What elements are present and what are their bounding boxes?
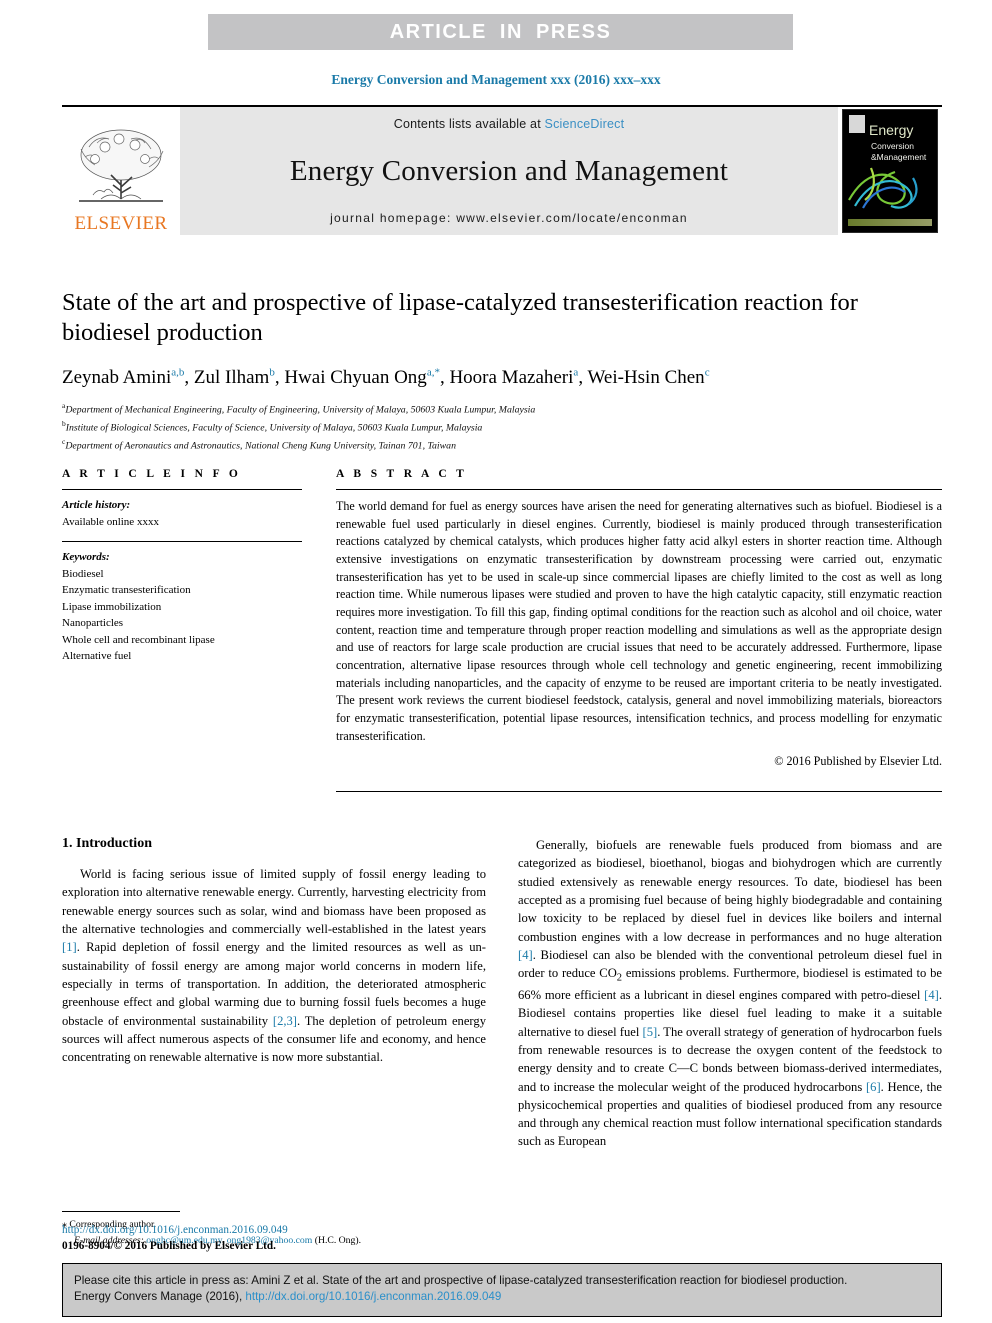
- journal-title: Energy Conversion and Management: [289, 154, 729, 187]
- article-info-heading: A R T I C L E I N F O: [62, 468, 242, 480]
- keyword-item: Whole cell and recombinant lipase: [62, 633, 215, 646]
- affiliation-item: aDepartment of Mechanical Engineering, F…: [62, 400, 942, 418]
- intro-paragraph-left: World is facing serious issue of limited…: [62, 865, 486, 1066]
- author-affiliation-mark: c: [704, 366, 710, 379]
- article-history-block: Article history: Available online xxxx: [62, 490, 302, 541]
- elsevier-wordmark: ELSEVIER: [74, 213, 168, 234]
- author-separator: ,: [274, 367, 285, 389]
- author-entry: Hoora Mazaheria,: [449, 367, 587, 388]
- article-info-column: A R T I C L E I N F O Article history: A…: [62, 468, 302, 792]
- affiliation-text: Institute of Biological Sciences, Facult…: [65, 422, 483, 434]
- cite-box-line2-prefix: Energy Convers Manage (2016),: [74, 1290, 246, 1304]
- keyword-item: Enzymatic transesterification: [62, 584, 191, 596]
- author-entry: Zul Ilhamb,: [194, 367, 284, 388]
- article-history-label: Article history:: [62, 499, 131, 511]
- keyword-item: Lipase immobilization: [62, 600, 162, 613]
- please-cite-box: Please cite this article in press as: Am…: [62, 1263, 942, 1317]
- citation-ref-4a[interactable]: [4]: [518, 948, 533, 962]
- cite-box-line1: Please cite this article in press as: Am…: [74, 1274, 848, 1287]
- article-in-press-label: ARTICLE IN PRESS: [389, 20, 612, 43]
- contents-prefix: Contents lists available at: [393, 117, 545, 131]
- abstract-text: The world demand for fuel as energy sour…: [336, 499, 942, 743]
- affiliation-text: Department of Aeronautics and Astronauti…: [65, 440, 456, 452]
- body-column-left: 1. Introduction World is facing serious …: [62, 836, 486, 1246]
- abstract-rule-bottom: [336, 791, 942, 793]
- masthead-center: Contents lists available at ScienceDirec…: [180, 107, 838, 235]
- author-entry: Hwai Chyuan Onga,*,: [284, 367, 449, 388]
- keyword-item: Alternative fuel: [62, 650, 132, 662]
- elsevier-logo: ELSEVIER: [62, 107, 180, 235]
- affiliation-item: cDepartment of Aeronautics and Astronaut…: [62, 436, 942, 454]
- page-title: State of the art and prospective of lipa…: [62, 289, 858, 347]
- journal-masthead: ELSEVIER Contents lists available at Sci…: [62, 105, 942, 236]
- title-block: State of the art and prospective of lipa…: [62, 288, 942, 454]
- abstract-heading: A B S T R A C T: [336, 468, 468, 480]
- body-column-right: Generally, biofuels are renewable fuels …: [518, 836, 942, 1151]
- keyword-item: Nanoparticles: [62, 617, 124, 629]
- citation-ref-5[interactable]: [5]: [643, 1025, 658, 1039]
- intro-left-text-1: World is facing serious issue of limited…: [62, 867, 486, 936]
- sciencedirect-link[interactable]: ScienceDirect: [545, 117, 625, 131]
- elsevier-tree-icon: [71, 125, 171, 213]
- author-entry: Zeynab Aminia,b,: [62, 367, 194, 388]
- footnote-rule: [62, 1211, 180, 1212]
- author-affiliation-mark: a,b: [171, 366, 185, 379]
- author-name: Wei-Hsin Chen: [587, 367, 705, 389]
- cover-title: Energy: [869, 122, 914, 138]
- author-name: Hoora Mazaheri: [449, 367, 574, 389]
- author-name: Hwai Chyuan Ong: [284, 367, 427, 389]
- cover-swirl-graphic-icon: [848, 167, 918, 209]
- cite-box-doi-link[interactable]: http://dx.doi.org/10.1016/j.enconman.201…: [245, 1290, 501, 1303]
- paper-page: ARTICLE IN PRESS Energy Conversion and M…: [0, 0, 992, 1323]
- intro-paragraph-right: Generally, biofuels are renewable fuels …: [518, 836, 942, 1151]
- contents-available-line: Contents lists available at ScienceDirec…: [394, 117, 625, 131]
- cover-footer-band: [848, 219, 932, 226]
- citation-ref-2-3[interactable]: [2,3]: [273, 1014, 297, 1028]
- journal-citation-line: Energy Conversion and Management xxx (20…: [331, 72, 661, 87]
- author-separator: ,: [184, 367, 194, 389]
- keyword-item: Biodiesel: [62, 567, 104, 580]
- citation-ref-4b[interactable]: [4]: [924, 988, 939, 1002]
- affiliation-item: bInstitute of Biological Sciences, Facul…: [62, 418, 942, 436]
- affiliation-list: aDepartment of Mechanical Engineering, F…: [62, 400, 942, 454]
- author-list: Zeynab Aminia,b, Zul Ilhamb, Hwai Chyuan…: [62, 367, 942, 390]
- body-columns: 1. Introduction World is facing serious …: [62, 836, 942, 1246]
- keywords-block: Keywords: Biodiesel Enzymatic transester…: [62, 542, 302, 676]
- keywords-label: Keywords:: [62, 551, 110, 563]
- cite-box-text: Please cite this article in press as: Am…: [74, 1273, 930, 1306]
- article-history-value: Available online xxxx: [62, 515, 159, 528]
- journal-homepage-line[interactable]: journal homepage: www.elsevier.com/locat…: [330, 211, 688, 225]
- footer-doi-block: http://dx.doi.org/10.1016/j.enconman.201…: [62, 1222, 502, 1254]
- article-in-press-banner: ARTICLE IN PRESS: [208, 14, 793, 50]
- abstract-column: A B S T R A C T The world demand for fue…: [336, 468, 942, 793]
- citation-ref-1[interactable]: [1]: [62, 940, 77, 954]
- info-abstract-region: A R T I C L E I N F O Article history: A…: [62, 468, 942, 793]
- section-heading-introduction: 1. Introduction: [62, 836, 152, 851]
- abstract-copyright: © 2016 Published by Elsevier Ltd.: [774, 754, 942, 769]
- issn-copyright-line: 0196-8904/© 2016 Published by Elsevier L…: [62, 1240, 276, 1253]
- citation-ref-6[interactable]: [6]: [866, 1080, 881, 1094]
- author-affiliation-mark: a,*: [426, 366, 440, 379]
- intro-right-text-1: Generally, biofuels are renewable fuels …: [518, 838, 942, 944]
- author-name: Zeynab Amini: [62, 367, 172, 389]
- article-doi-link[interactable]: http://dx.doi.org/10.1016/j.enconman.201…: [62, 1222, 502, 1238]
- author-name: Zul Ilham: [193, 367, 270, 389]
- affiliation-text: Department of Mechanical Engineering, Fa…: [65, 404, 536, 416]
- author-entry: Wei-Hsin Chenc: [587, 367, 709, 388]
- journal-cover-thumbnail: Energy Conversion &Management: [838, 107, 942, 235]
- cover-elsevier-mark-icon: [849, 115, 865, 133]
